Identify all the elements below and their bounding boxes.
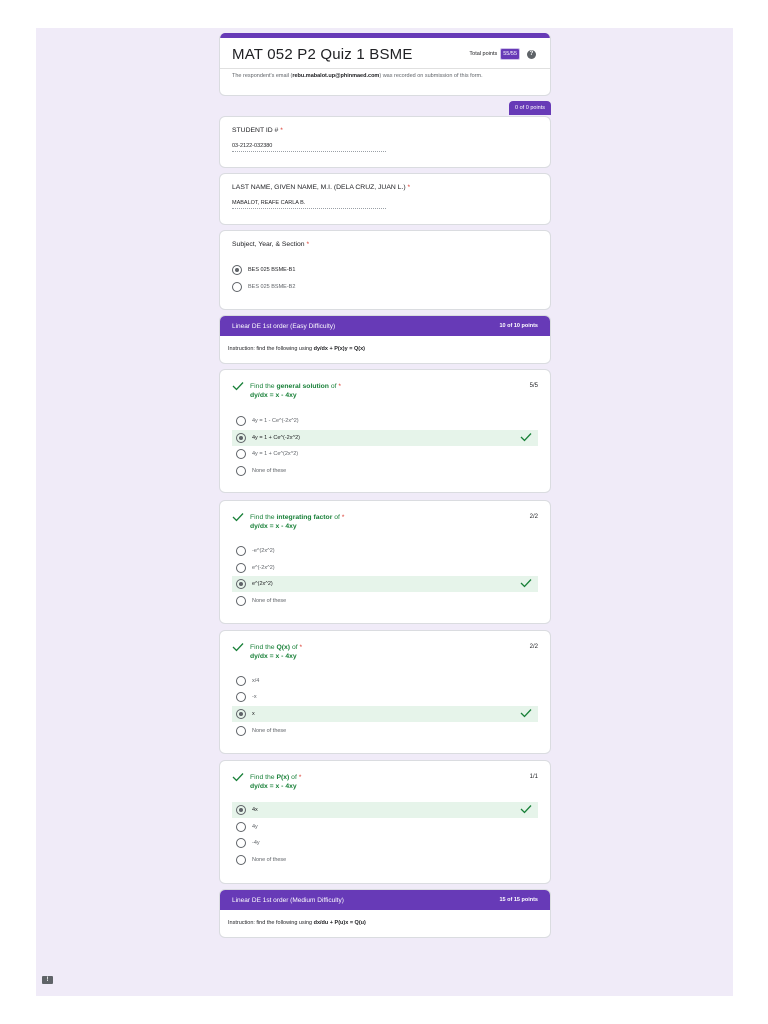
name-label: LAST NAME, GIVEN NAME, M.I. (DELA CRUZ, … — [232, 184, 411, 191]
option-row[interactable]: -4y — [232, 835, 538, 851]
radio-selected-icon[interactable] — [236, 805, 246, 815]
option-row[interactable]: 4y — [232, 819, 538, 835]
radio-unselected-icon[interactable] — [236, 822, 246, 832]
option-row-correct[interactable]: x — [232, 706, 538, 722]
question-header: Find the P(x) of * dy/dx = x - 4xy — [232, 773, 301, 790]
question-equation: dy/dx = x - 4xy — [250, 653, 297, 660]
radio-unselected-icon[interactable] — [236, 676, 246, 686]
option-row-correct[interactable]: e^(2x^2) — [232, 576, 538, 592]
check-icon — [232, 643, 244, 652]
question-header: Find the Q(x) of * dy/dx = x - 4xy — [232, 643, 302, 660]
total-points: Total points 55/55 ? — [469, 48, 536, 60]
radio-unselected-icon[interactable] — [236, 838, 246, 848]
student-id-card: STUDENT ID # * 03-2122-032380 — [219, 116, 551, 168]
question-score: 1/1 — [529, 774, 538, 780]
option-row[interactable]: 4y = 1 - Ce^(-2x^2) — [232, 413, 538, 429]
option-row-correct[interactable]: 4y = 1 + Ce^(-2x^2) — [232, 430, 538, 446]
section-easy: Linear DE 1st order (Easy Difficulty) 10… — [219, 315, 551, 364]
radio-unselected-icon[interactable] — [236, 563, 246, 573]
option-row[interactable]: None of these — [232, 852, 538, 868]
question-qx: Find the Q(x) of * dy/dx = x - 4xy 2/2 x… — [219, 630, 551, 754]
section-question-card: Subject, Year, & Section * BES 025 BSME-… — [219, 230, 551, 310]
student-id-answer: 03-2122-032380 — [232, 143, 273, 149]
check-icon — [232, 382, 244, 391]
option-row[interactable]: None of these — [232, 593, 538, 609]
option-row[interactable]: None of these — [232, 723, 538, 739]
question-score: 2/2 — [529, 514, 538, 520]
radio-unselected-icon[interactable] — [236, 466, 246, 476]
check-icon — [520, 709, 532, 718]
question-header: Find the general solution of * dy/dx = x… — [232, 382, 341, 399]
question-title: Find the integrating factor of * — [250, 514, 345, 521]
header-divider — [220, 68, 550, 69]
email-recorded-note: The respondent's email (rebu.mabalot.up@… — [232, 73, 483, 79]
section-medium: Linear DE 1st order (Medium Difficulty) … — [219, 889, 551, 938]
help-circle-icon[interactable]: ? — [527, 49, 536, 59]
option-row[interactable]: -e^(2x^2) — [232, 543, 538, 559]
question-equation: dy/dx = x - 4xy — [250, 392, 297, 399]
form-column: MAT 052 P2 Quiz 1 BSME Total points 55/5… — [219, 0, 551, 1024]
question-title: Find the Q(x) of * — [250, 644, 303, 651]
section-medium-title: Linear DE 1st order (Medium Difficulty) — [232, 896, 344, 904]
total-points-badge: 55/55 — [500, 48, 520, 60]
section-easy-header: Linear DE 1st order (Easy Difficulty) 10… — [220, 316, 550, 336]
header-points-tag: 0 of 0 points — [509, 101, 551, 115]
section-easy-points: 10 of 10 points — [499, 323, 538, 329]
question-score: 5/5 — [529, 383, 538, 389]
name-underline — [232, 208, 386, 209]
check-icon — [232, 773, 244, 782]
question-general-solution: Find the general solution of * dy/dx = x… — [219, 369, 551, 493]
question-title: Find the general solution of * — [250, 383, 342, 390]
radio-unselected-icon[interactable] — [236, 855, 246, 865]
question-score: 2/2 — [529, 644, 538, 650]
section-medium-header: Linear DE 1st order (Medium Difficulty) … — [220, 890, 550, 910]
student-id-label: STUDENT ID # * — [232, 127, 283, 134]
question-title: Find the P(x) of * — [250, 774, 302, 781]
option-row[interactable]: 4y = 1 + Ce^(2x^2) — [232, 446, 538, 462]
check-icon — [520, 579, 532, 588]
respondent-email: rebu.mabalot.up@phinmaed.com — [292, 73, 380, 79]
check-icon — [232, 513, 244, 522]
student-id-underline — [232, 151, 386, 152]
section-option-b1[interactable]: BES 025 BSME-B1 — [228, 262, 538, 278]
option-row[interactable]: -x — [232, 689, 538, 705]
radio-selected-icon[interactable] — [236, 709, 246, 719]
section-medium-instruction: Instruction: find the following using dx… — [228, 920, 366, 926]
total-points-label: Total points — [469, 51, 498, 57]
question-equation: dy/dx = x - 4xy — [250, 783, 297, 790]
radio-unselected-icon[interactable] — [236, 416, 246, 426]
form-title: MAT 052 P2 Quiz 1 BSME — [232, 46, 413, 63]
radio-unselected-icon[interactable] — [236, 596, 246, 606]
option-row[interactable]: x/4 — [232, 673, 538, 689]
radio-unselected-icon[interactable] — [236, 449, 246, 459]
check-icon — [520, 805, 532, 814]
radio-selected-icon[interactable] — [236, 579, 246, 589]
option-row[interactable]: None of these — [232, 463, 538, 479]
radio-unselected-icon[interactable] — [236, 692, 246, 702]
section-easy-title: Linear DE 1st order (Easy Difficulty) — [232, 322, 336, 330]
question-px: Find the P(x) of * dy/dx = x - 4xy 1/1 4… — [219, 760, 551, 884]
header-accent-bar — [220, 33, 550, 38]
question-integrating-factor: Find the integrating factor of * dy/dx =… — [219, 500, 551, 624]
radio-selected-icon[interactable] — [232, 265, 242, 275]
question-equation: dy/dx = x - 4xy — [250, 523, 297, 530]
section-question-label: Subject, Year, & Section * — [232, 241, 310, 248]
feedback-icon[interactable]: ! — [42, 976, 53, 984]
name-card: LAST NAME, GIVEN NAME, M.I. (DELA CRUZ, … — [219, 173, 551, 225]
option-row[interactable]: e^(-2x^2) — [232, 560, 538, 576]
name-answer: MABALOT, REAFE CARLA B. — [232, 200, 306, 206]
section-option-b2[interactable]: BES 025 BSME-B2 — [228, 279, 538, 295]
form-header-card: MAT 052 P2 Quiz 1 BSME Total points 55/5… — [219, 33, 551, 96]
check-icon — [520, 433, 532, 442]
radio-unselected-icon[interactable] — [232, 282, 242, 292]
option-row-correct[interactable]: 4x — [232, 802, 538, 818]
radio-unselected-icon[interactable] — [236, 726, 246, 736]
radio-unselected-icon[interactable] — [236, 546, 246, 556]
question-header: Find the integrating factor of * dy/dx =… — [232, 513, 344, 530]
radio-selected-icon[interactable] — [236, 433, 246, 443]
section-easy-instruction: Instruction: find the following using dy… — [228, 346, 365, 352]
section-medium-points: 15 of 15 points — [499, 897, 538, 903]
